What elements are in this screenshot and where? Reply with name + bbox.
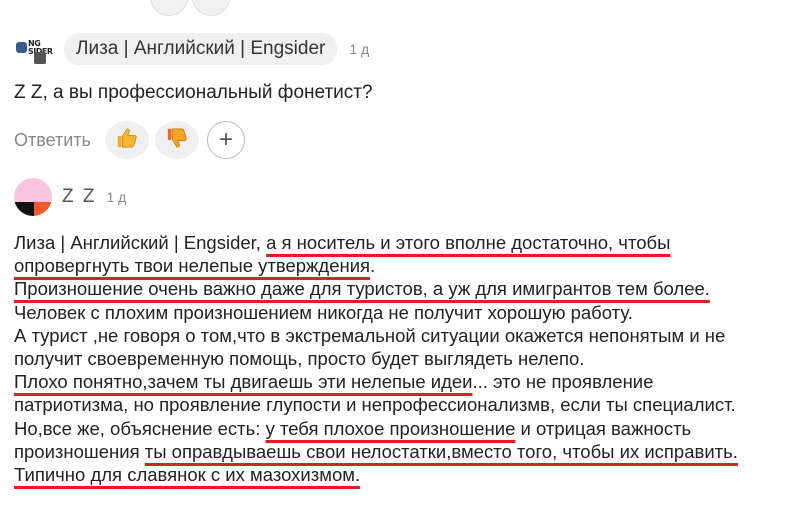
comment-header: NG SIDER Лиза | Английский | Engsider 1 … [14,33,370,65]
comment-line: Человек с плохим произношением никогда н… [14,301,633,323]
avatar[interactable] [14,178,52,216]
reaction-button-partial[interactable] [192,0,230,16]
comment-header: Z Z 1 д [14,178,126,216]
reaction-button-partial[interactable] [150,0,188,16]
dislike-button[interactable] [154,121,199,159]
add-reaction-button[interactable]: + [206,121,245,159]
comment-line: опровергнуть твои нелепые утверждения. [14,255,376,277]
plus-icon: + [218,126,233,153]
comment-line: Лиза | Английский | Engsider, а я носите… [14,232,671,253]
comment-line: Плохо понятно,зачем ты двигаешь эти неле… [14,371,654,393]
reply-button[interactable]: Ответить [14,130,91,151]
comment-text: Z Z, а вы профессиональный фонетист? [14,82,373,103]
comment-line: произношения ты оправдываешь свои нелост… [14,440,738,462]
author-name[interactable]: Z Z [62,186,97,208]
comment-line: патриотизма, но проявление глупости и не… [14,394,736,416]
like-button[interactable] [104,121,149,159]
comment-line: А турист ,не говоря о том,что в экстрема… [14,324,726,346]
comment-actions: Ответить + [14,121,251,159]
comment-time: 1 д [349,41,370,57]
avatar[interactable]: NG SIDER [14,34,53,64]
comment-body: Лиза | Английский | Engsider, а я носите… [14,231,799,486]
thumbs-down-icon [166,127,188,154]
comment-line: Произношение очень важно даже для турист… [14,278,710,300]
thumbs-up-icon [116,127,138,154]
comment-line: получит своевременную помощь, просто буд… [14,348,585,370]
comment-line: Типично для славянок с их мазохизмом. [14,464,361,486]
comment-time: 1 д [106,189,127,205]
comment-line: Но,все же, объяснение есть: у тебя плохо… [14,417,692,439]
author-name[interactable]: Лиза | Английский | Engsider [64,33,338,65]
